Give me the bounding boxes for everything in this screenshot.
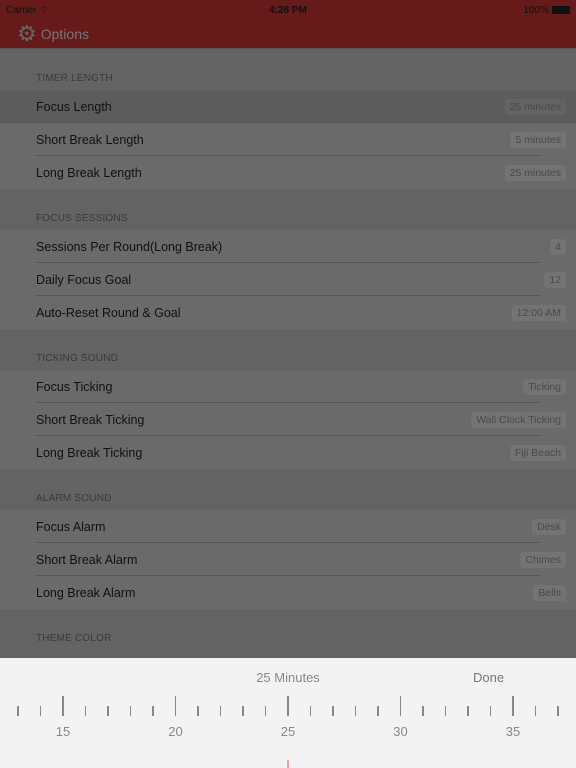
row-value: 25 minutes [504, 99, 566, 115]
row-value: 25 minutes [504, 165, 566, 181]
section-header: ALARM SOUND [0, 469, 576, 510]
minor-tick [197, 706, 199, 716]
minor-tick [107, 706, 109, 716]
row-label: Long Break Ticking [36, 445, 143, 460]
battery-indicator: 100% [523, 5, 570, 16]
major-tick [512, 696, 514, 716]
row-label: Short Break Length [36, 132, 144, 147]
battery-icon [552, 5, 570, 14]
row-value: Bells [533, 585, 566, 601]
minor-tick [422, 706, 424, 716]
row-label: Focus Ticking [36, 379, 113, 394]
minor-tick [557, 706, 559, 716]
row-value: 5 minutes [510, 132, 566, 148]
minor-tick [332, 706, 334, 716]
minor-tick [17, 706, 19, 716]
minor-tick [377, 706, 379, 716]
major-tick [174, 696, 177, 716]
list-item[interactable]: Short Break Alarm Chimes [0, 543, 576, 576]
row-value: Fiji Beach [509, 445, 566, 461]
list-item[interactable]: Focus Ticking Ticking [0, 370, 576, 403]
status-time: 4:28 PM [269, 4, 307, 16]
row-value: Ticking [523, 379, 566, 395]
tick-label: 15 [55, 724, 71, 739]
minor-tick [467, 706, 469, 716]
minor-tick [129, 706, 132, 716]
wifi-icon: ⌔ [39, 4, 49, 16]
row-label: Long Break Alarm [36, 585, 136, 600]
status-bar: Carrier ⌔ 4:28 PM 100% [0, 0, 576, 20]
row-value: 12 [544, 272, 566, 288]
row-label: Auto-Reset Round & Goal [36, 305, 181, 320]
list-item[interactable]: Long Break Length 25 minutes [0, 156, 576, 189]
row-label: Sessions Per Round(Long Break) [36, 239, 223, 254]
row-label: Daily Focus Goal [36, 272, 132, 287]
row-value: Chimes [520, 552, 566, 568]
row-label: Short Break Alarm [36, 552, 138, 567]
minor-tick [219, 706, 222, 716]
list-item[interactable]: Auto-Reset Round & Goal 12:00 AM [0, 296, 576, 329]
list-item[interactable]: Sessions Per Round(Long Break) 4 [0, 230, 576, 263]
section-header: TICKING SOUND [0, 329, 576, 370]
carrier-label: Carrier ⌔ [6, 4, 49, 16]
minor-tick [242, 706, 244, 716]
list-item[interactable]: Daily Focus Goal 12 [0, 263, 576, 296]
list-item[interactable]: Short Break Length 5 minutes [0, 123, 576, 156]
list-item[interactable]: Short Break Ticking Wall Clock Ticking [0, 403, 576, 436]
row-value: 4 [550, 239, 566, 255]
minor-tick [309, 706, 312, 716]
minor-tick [534, 706, 537, 716]
tick-label: 35 [505, 724, 521, 739]
minor-tick [489, 706, 492, 716]
gear-icon[interactable]: ⚙ [17, 23, 37, 45]
minor-tick [354, 706, 357, 716]
tick-label: 30 [393, 724, 408, 739]
options-list: TIMER LENGTH Focus Length 25 minutes Short … [0, 49, 576, 650]
nav-bar: ⚙ Options [0, 20, 576, 49]
major-tick [287, 696, 289, 716]
section-header: THEME COLOR [0, 609, 576, 650]
list-item[interactable]: Long Break Alarm Bells [0, 576, 576, 609]
minor-tick [444, 706, 447, 716]
tick-label: 25 [280, 724, 296, 739]
row-value: Desk [532, 519, 566, 535]
row-label: Focus Length [36, 99, 112, 114]
row-label: Focus Alarm [36, 519, 106, 534]
minor-tick [264, 706, 267, 716]
major-tick [399, 696, 402, 716]
list-item[interactable]: Long Break Ticking Fiji Beach [0, 436, 576, 469]
row-label: Long Break Length [36, 165, 142, 180]
minutes-picker[interactable]: 25 Minutes Done 15 20 25 30 35 [0, 658, 576, 768]
major-tick [62, 696, 64, 716]
done-button[interactable]: Done [473, 670, 504, 685]
minor-tick [84, 706, 87, 716]
row-value: Wall Clock Ticking [471, 412, 566, 428]
row-value: 12:00 AM [511, 305, 566, 321]
minor-tick [39, 706, 42, 716]
page-title: Options [40, 26, 89, 42]
minor-tick [152, 706, 154, 716]
row-label: Short Break Ticking [36, 412, 145, 427]
section-header: TIMER LENGTH [0, 49, 576, 90]
section-header: FOCUS SESSIONS [0, 189, 576, 230]
tick-label: 20 [168, 724, 183, 739]
picker-indicator [287, 760, 289, 768]
list-item[interactable]: Focus Alarm Desk [0, 510, 576, 543]
list-item[interactable]: Focus Length 25 minutes [0, 90, 576, 123]
